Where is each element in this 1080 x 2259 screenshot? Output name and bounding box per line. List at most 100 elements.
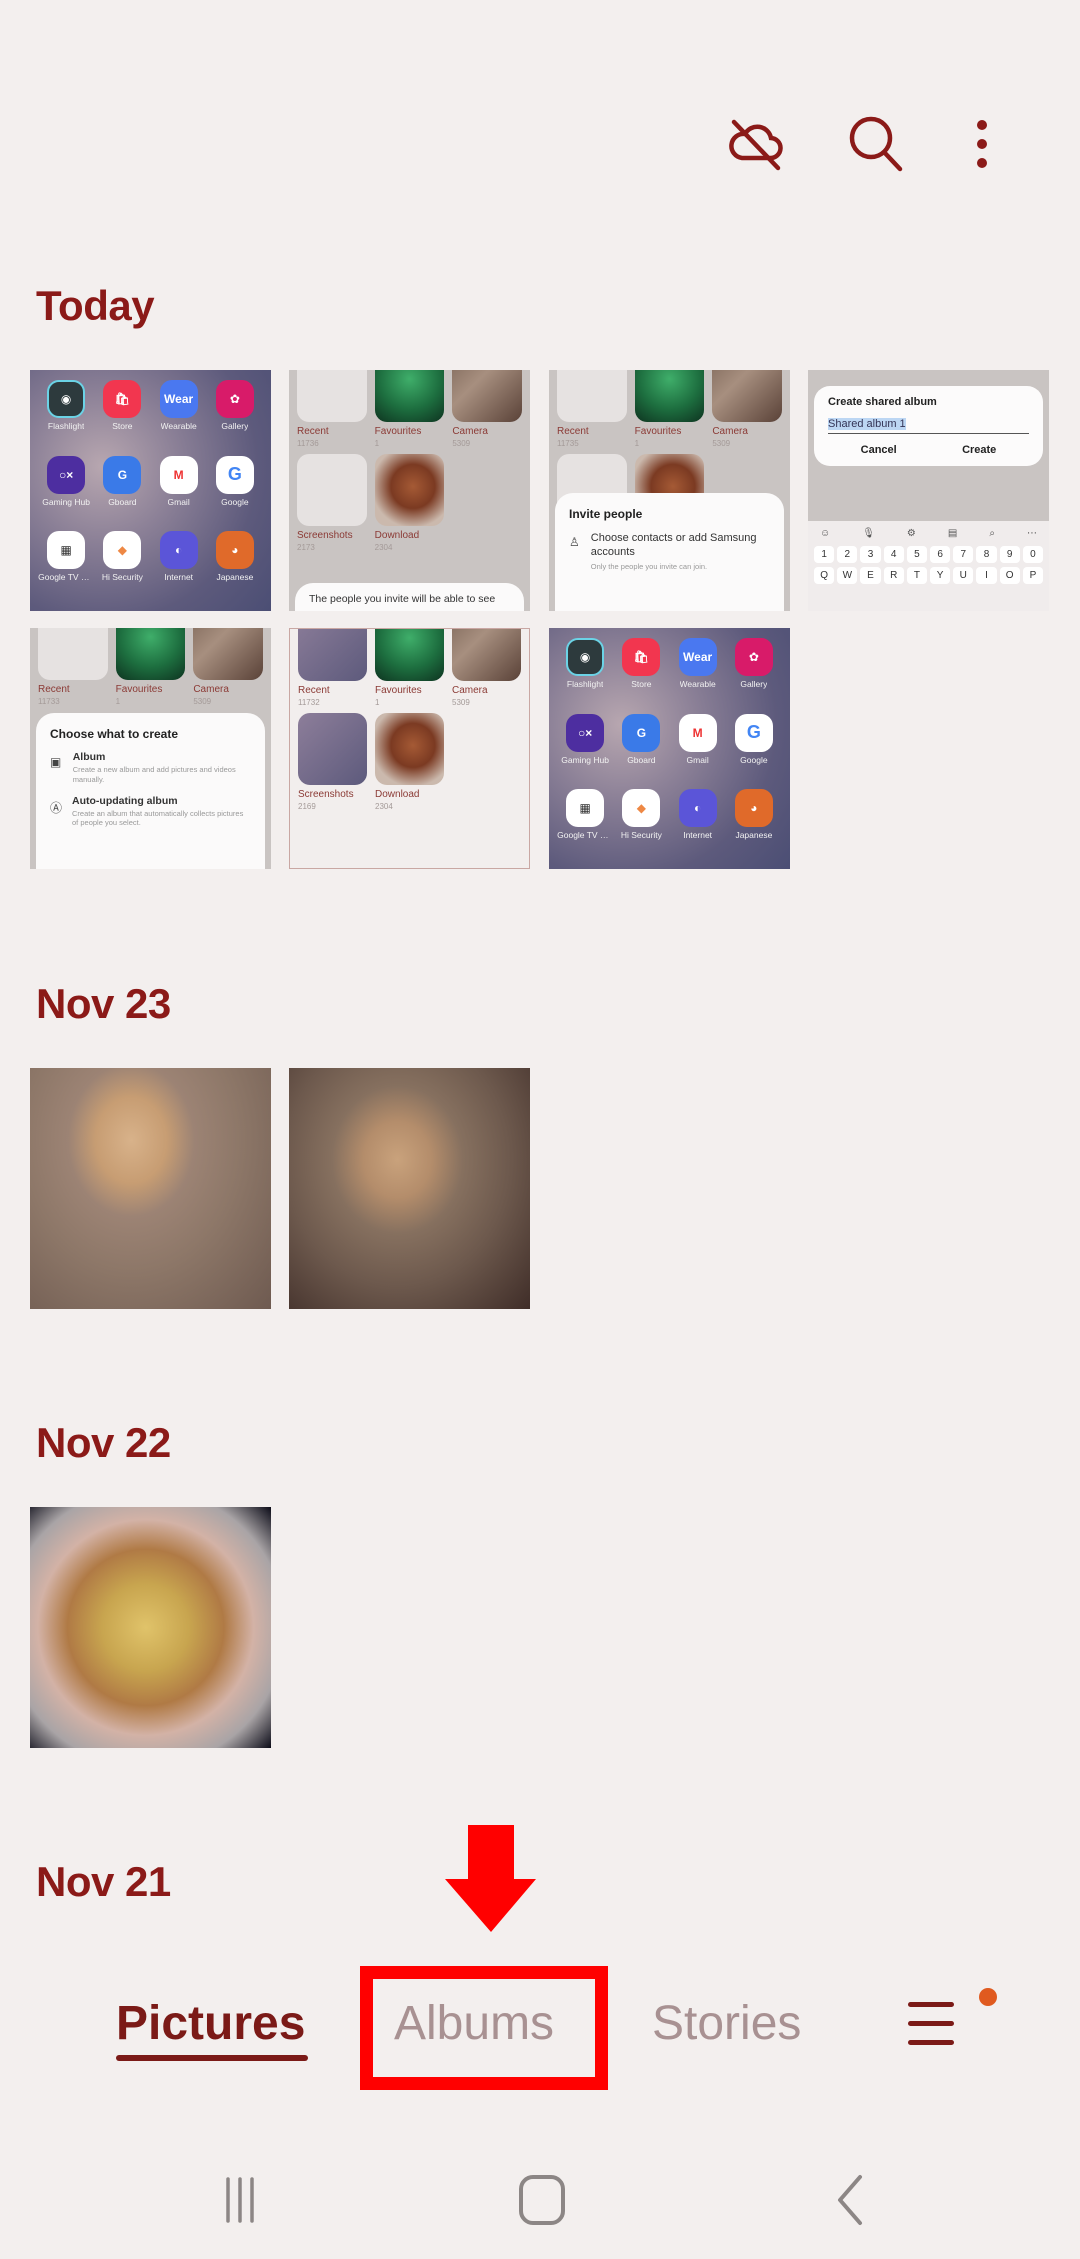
back-button[interactable] [820,2170,880,2230]
gmail-icon: M [159,455,198,494]
album-card: Favourites 1 [374,370,445,448]
flashlight-icon: ◉ [47,380,86,418]
album-grid-preview: Recent 11736 Favourites 1 Camera 5309 Scree… [297,370,522,552]
album-card: Camera 5309 [452,370,522,448]
search-icon: ⌕ [989,528,995,539]
japanese-app-icon: ◕ [734,789,773,828]
search-button[interactable] [836,104,916,184]
album-card: Screenshots 2169 [298,713,367,811]
screenshot-thumbnail[interactable]: Recent 11732 Favourites 1 Camera 5309 Scree… [289,628,530,869]
wearable-icon: Wear [678,638,717,676]
more-options-button[interactable] [942,104,1022,184]
menu-button[interactable] [900,2000,960,2050]
more-options-icon [977,120,987,168]
album-card: Favourites 1 [115,628,186,706]
album-card: Favourites 1 [634,370,705,448]
date-heading: Nov 22 [36,1419,171,1466]
keyboard-key: 4 [883,546,904,563]
active-tab-indicator [116,2055,308,2061]
home-icon [519,2175,565,2225]
keyboard-key: W [837,567,858,584]
internet-icon: ◐ [159,531,198,570]
album-card: Download 2304 [374,454,445,552]
google-icon: G [734,713,773,752]
screenshot-thumbnail[interactable]: Recent 11733 Favourites 1 Camera 5309 Choos… [30,628,271,869]
album-icon: ▣ [50,755,62,769]
photo-thumbnail[interactable] [30,1507,271,1748]
tab-stories[interactable]: Stories [652,1996,801,2051]
notification-badge [979,1988,997,2006]
album-card: Recent 11736 [297,370,367,448]
keyboard-key: 2 [837,546,858,563]
keyboard-key: 9 [999,546,1020,563]
down-arrow-annotation [445,1825,536,1932]
keyboard-key: E [860,567,881,584]
keyboard-key: 0 [1022,546,1043,563]
date-heading-today: Today [36,282,155,329]
keyboard-key: O [999,567,1020,584]
keyboard-key: 6 [930,546,951,563]
emoji-icon: ☺ [820,528,831,539]
keyboard-key: 1 [814,546,835,563]
keyboard-key: 7 [953,546,974,563]
app-grid: ◉ Flashlight 🛍 Store Wear Wearable ✿ Gallery… [557,638,782,859]
screenshot-thumbnail[interactable]: ◉ Flashlight 🛍 Store Wear Wearable ✿ Gallery… [549,628,790,869]
keyboard-key: R [883,567,904,584]
screenshot-thumbnail[interactable]: Recent 11735 Favourites 1 Camera 5309 Invit… [549,370,790,611]
cloud-off-button[interactable] [716,104,796,184]
choose-what-to-create-sheet: Choose what to create ▣ Album Create a n… [36,713,265,869]
gallery-icon: ✿ [215,380,254,418]
auto-update-icon: Ⓐ [50,800,63,815]
back-icon [838,2175,862,2225]
store-icon: 🛍 [103,380,142,418]
album-name-input: Shared album 1 [828,418,1029,434]
keyboard-key: T [906,567,927,584]
create-shared-album-dialog: Create shared album Shared album 1 Cance… [814,386,1043,466]
keyboard-key: Q [814,567,835,584]
home-button[interactable] [510,2170,574,2230]
clipboard-icon: ▤ [947,528,958,539]
screenshot-thumbnail[interactable]: ◉ Flashlight 🛍 Store Wear Wearable ✿ Gallery… [30,370,271,611]
screenshot-thumbnail[interactable]: Recent 11736 Favourites 1 Camera 5309 Scree… [289,370,530,611]
tab-pictures[interactable]: Pictures [116,1996,305,2051]
recents-button[interactable] [210,2170,270,2230]
cloud-off-icon [729,119,783,171]
google-tv-remote-icon: ▦ [566,789,605,828]
date-heading: Nov 23 [36,980,171,1027]
gaming-hub-icon: ○× [566,713,605,752]
album-grid-preview: Recent 11732 Favourites 1 Camera 5309 Scree… [298,629,521,811]
keyboard-key: I [976,567,997,584]
wearable-icon: Wear [159,380,198,418]
album-card: Recent 11733 [38,628,108,706]
more-icon: ⋯ [1026,528,1037,539]
keyboard-key: U [953,567,974,584]
store-icon: 🛍 [622,638,661,676]
screenshot-thumbnail[interactable]: Create shared album Shared album 1 Cance… [808,370,1049,611]
gboard-icon: G [622,713,661,752]
app-grid: ◉ Flashlight 🛍 Store Wear Wearable ✿ Gallery… [38,380,263,601]
photo-thumbnail[interactable] [30,1068,271,1309]
photo-thumbnail[interactable] [289,1068,530,1309]
cancel-button: Cancel [860,444,897,456]
create-button: Create [962,444,997,456]
keyboard-key: P [1022,567,1043,584]
album-card: Favourites 1 [375,629,444,707]
keyboard-key: Y [930,567,951,584]
date-heading: Nov 21 [36,1858,171,1905]
keyboard-key: 8 [976,546,997,563]
google-icon: G [215,455,254,494]
album-card: Screenshots 2173 [297,454,367,552]
settings-icon: ⚙ [906,528,916,539]
album-card: Recent 11735 [557,370,627,448]
gboard-icon: G [103,455,142,494]
keyboard-key: 5 [906,546,927,563]
hi-security-icon: ◆ [622,789,661,828]
flashlight-icon: ◉ [566,638,605,676]
keyboard-preview: ☺ 🎙 ⚙ ▤ ⌕ ⋯ 1234567890 QWERTYUIOP [808,521,1049,611]
album-card: Recent 11732 [298,629,367,707]
album-card: Download 2304 [375,713,444,811]
tab-albums[interactable]: Albums [394,1996,554,2051]
search-icon [849,116,903,172]
album-card: Camera 5309 [712,370,782,448]
album-grid-preview: Recent 11733 Favourites 1 Camera 5309 [38,628,263,706]
